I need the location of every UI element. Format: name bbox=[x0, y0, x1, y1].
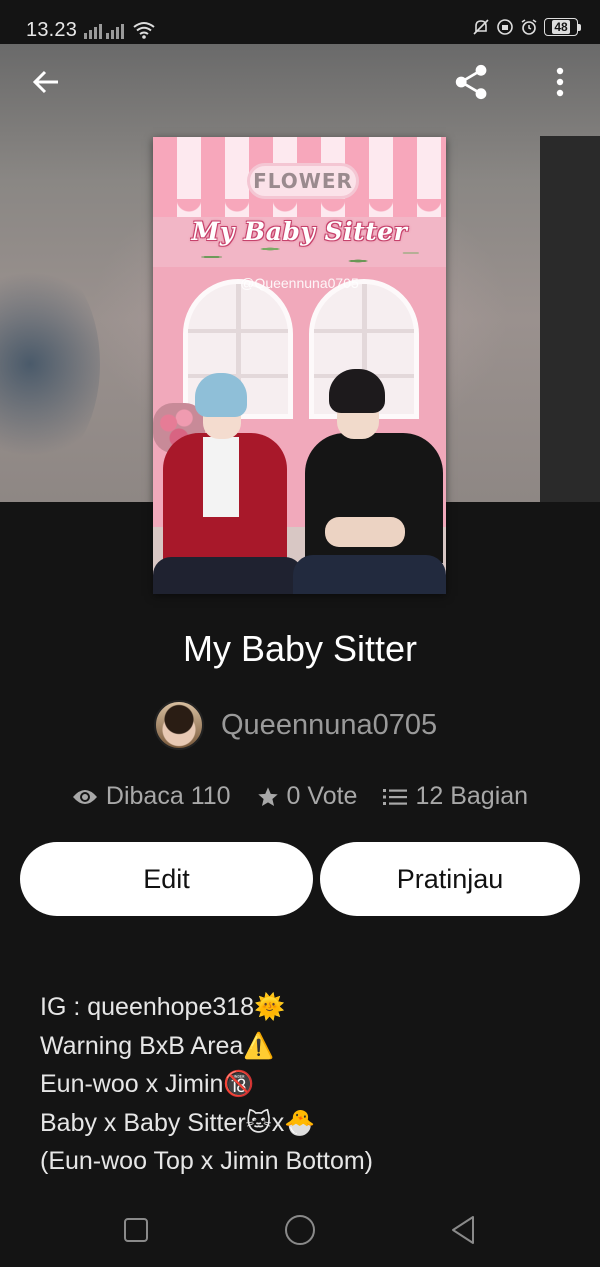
eye-icon bbox=[72, 789, 97, 804]
battery-level: 48 bbox=[552, 20, 570, 34]
square-icon bbox=[124, 1218, 148, 1242]
backdrop-blur bbox=[540, 136, 600, 502]
author-link[interactable]: Queennuna0705 bbox=[154, 700, 437, 750]
preview-button[interactable]: Pratinjau bbox=[320, 842, 580, 916]
bell-off-icon bbox=[473, 19, 489, 35]
more-button[interactable] bbox=[542, 64, 578, 100]
recents-button[interactable] bbox=[116, 1210, 156, 1250]
data-saver-icon bbox=[497, 19, 513, 35]
story-title: My Baby Sitter bbox=[182, 628, 418, 669]
back-nav-button[interactable] bbox=[443, 1210, 483, 1250]
backdrop-blur bbox=[0, 254, 100, 474]
author-name: Queennuna0705 bbox=[221, 708, 438, 741]
description-line: IG : queenhope318🌞 bbox=[40, 993, 286, 1021]
more-vertical-icon bbox=[556, 67, 564, 97]
cover-art-person bbox=[195, 373, 247, 417]
system-nav-bar bbox=[0, 1190, 600, 1267]
star-icon bbox=[257, 786, 278, 806]
description-line: Warning BxB Area⚠️ bbox=[40, 1031, 275, 1060]
cover-art-person bbox=[329, 369, 385, 413]
description-line: Baby x Baby Sitter🐱x🐣 bbox=[40, 1108, 316, 1137]
wifi-icon bbox=[133, 22, 155, 39]
cover-art-person bbox=[203, 437, 239, 517]
votes-stat: 0 Vote bbox=[257, 782, 358, 811]
signal-icon bbox=[106, 21, 124, 39]
cover-title: My Baby Sitter bbox=[191, 217, 408, 246]
cover-art-person bbox=[293, 555, 446, 594]
story-stats: Dibaca 110 0 Vote 12 Bagian bbox=[0, 782, 600, 811]
list-icon bbox=[383, 788, 408, 805]
status-time: 13.23 bbox=[26, 19, 78, 41]
avatar bbox=[154, 700, 204, 750]
home-button[interactable] bbox=[280, 1210, 320, 1250]
alarm-icon bbox=[521, 19, 537, 35]
book-cover[interactable]: FLOWER My Baby Sitter @Queennuna0705 bbox=[153, 137, 446, 594]
circle-icon bbox=[285, 1215, 315, 1245]
triangle-back-icon bbox=[452, 1216, 474, 1244]
status-icons: 48 bbox=[472, 18, 581, 36]
description-line: Eun-woo x Jimin🔞 bbox=[40, 1070, 255, 1098]
share-button[interactable] bbox=[454, 64, 490, 100]
screen: { "status_bar": { "time": "13.23", "batt… bbox=[0, 0, 600, 1267]
reads-count: Dibaca 110 bbox=[105, 782, 231, 810]
battery-icon: 48 bbox=[544, 18, 581, 36]
share-icon bbox=[455, 64, 487, 100]
parts-count: 12 Bagian bbox=[415, 782, 529, 810]
edit-button[interactable]: Edit bbox=[20, 842, 313, 916]
cover-art-person bbox=[325, 517, 405, 547]
back-button[interactable] bbox=[28, 64, 64, 100]
cover-sign: FLOWER bbox=[247, 163, 359, 199]
signal-icon bbox=[84, 21, 102, 39]
description-line: (Eun-woo Top x Jimin Bottom) bbox=[40, 1147, 373, 1175]
cover-handle: @Queennuna0705 bbox=[240, 275, 359, 291]
cover-art-person bbox=[153, 557, 303, 594]
story-description: IG : queenhope318🌞 Warning BxB Area⚠️ Eu… bbox=[40, 988, 580, 1181]
votes-count: 0 Vote bbox=[286, 782, 358, 810]
status-bar: 13.23 48 bbox=[0, 0, 600, 44]
reads-stat: Dibaca 110 bbox=[72, 782, 231, 811]
parts-stat: 12 Bagian bbox=[383, 782, 528, 811]
arrow-left-icon bbox=[32, 70, 58, 94]
